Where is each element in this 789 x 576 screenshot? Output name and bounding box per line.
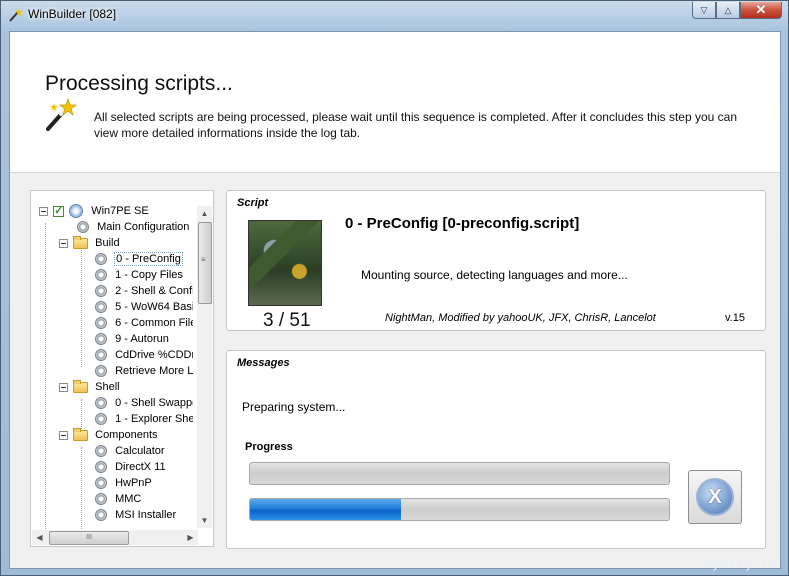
script-counter: 3 / 51 xyxy=(263,310,311,331)
cancel-x-icon: X xyxy=(696,478,734,516)
maximize-button[interactable]: △ xyxy=(716,2,740,19)
header-section: Processing scripts... All selected scrip… xyxy=(10,32,780,173)
tree-node[interactable]: 1 - Copy Files xyxy=(95,267,183,283)
collapse-icon[interactable] xyxy=(39,206,48,216)
close-button[interactable]: ✕ xyxy=(740,2,782,19)
tree-node[interactable]: Retrieve More Lo xyxy=(95,363,193,379)
tree-folder-components[interactable]: Components xyxy=(59,427,158,443)
script-tree-panel: Win7PE SE Main Configuration Build 0 - P… xyxy=(30,190,214,547)
script-gear-icon xyxy=(95,397,107,410)
folder-icon xyxy=(73,427,89,441)
script-gear-icon xyxy=(95,301,107,314)
tree-node[interactable]: 6 - Common Files xyxy=(95,315,193,331)
scroll-down-arrow-icon[interactable]: ▼ xyxy=(197,513,212,528)
collapse-icon[interactable] xyxy=(59,238,68,248)
minimize-button[interactable]: ▽ xyxy=(692,2,716,19)
wand-app-icon xyxy=(9,8,23,22)
scroll-right-arrow-icon[interactable]: ▶ xyxy=(183,530,198,545)
tree-folder-build[interactable]: Build xyxy=(59,235,120,251)
script-title: 0 - PreConfig [0-preconfig.script] xyxy=(345,215,580,232)
progress-label: Progress xyxy=(245,441,293,453)
client-area: Processing scripts... All selected scrip… xyxy=(9,31,781,569)
tree-node[interactable]: CdDrive %CDDriv xyxy=(95,347,193,363)
tree-node[interactable]: MSI Installer xyxy=(95,507,176,523)
tree-guide-line xyxy=(81,239,82,367)
magic-wand-icon xyxy=(46,97,78,131)
collapse-icon[interactable] xyxy=(59,382,68,392)
header-description: All selected scripts are being processed… xyxy=(94,110,738,140)
script-gear-icon xyxy=(95,269,107,282)
script-status: Mounting source, detecting languages and… xyxy=(361,268,628,282)
caption-buttons: ▽ △ ✕ xyxy=(692,2,782,19)
title-bar[interactable]: WinBuilder [082] ▽ △ ✕ xyxy=(1,1,788,29)
tree-node-selected[interactable]: 0 - PreConfig xyxy=(95,251,183,267)
script-version: v.15 xyxy=(725,312,745,324)
main-window: WinBuilder [082] ▽ △ ✕ Processing script… xyxy=(0,0,789,576)
horizontal-scroll-thumb[interactable]: III xyxy=(49,531,129,545)
tree-node[interactable]: 5 - WoW64 Basic xyxy=(95,299,193,315)
tree-node[interactable]: 0 - Shell Swapper xyxy=(95,395,193,411)
overall-progress-fill xyxy=(250,499,401,520)
cancel-button[interactable]: X xyxy=(688,470,742,524)
script-tree[interactable]: Win7PE SE Main Configuration Build 0 - P… xyxy=(33,203,193,529)
tree-node[interactable]: 1 - Explorer Shell xyxy=(95,411,193,427)
script-gear-icon xyxy=(77,221,89,234)
tree-node[interactable]: Calculator xyxy=(95,443,165,459)
messages-panel: Messages Preparing system... Progress X xyxy=(226,350,766,549)
tree-node[interactable]: Main Configuration xyxy=(77,219,189,235)
script-panel: Script 3 / 51 0 - PreConfig [0-preconfig… xyxy=(226,190,766,331)
watermark-text: mycity.rs xyxy=(703,557,778,571)
tree-guide-line xyxy=(81,447,82,529)
script-panel-caption: Script xyxy=(237,197,269,209)
script-gear-icon xyxy=(95,461,107,474)
vertical-scroll-thumb[interactable]: ≡ xyxy=(198,222,212,304)
script-gear-icon xyxy=(95,333,107,346)
script-gear-icon xyxy=(95,509,107,522)
script-gear-icon xyxy=(95,445,107,458)
disc-icon xyxy=(69,204,84,219)
folder-icon xyxy=(73,235,89,249)
messages-panel-caption: Messages xyxy=(237,357,290,369)
tree-node[interactable]: DirectX 11 xyxy=(95,459,166,475)
tree-horizontal-scrollbar[interactable]: ◀ III ▶ xyxy=(32,530,198,545)
tree-node[interactable]: 9 - Autorun xyxy=(95,331,169,347)
checkbox-checked-icon[interactable] xyxy=(53,203,65,219)
collapse-icon[interactable] xyxy=(59,430,68,440)
tree-guide-line xyxy=(45,223,46,529)
script-gear-icon xyxy=(95,317,107,330)
page-title: Processing scripts... xyxy=(45,72,233,95)
script-gear-icon xyxy=(95,285,107,298)
script-thumbnail-image xyxy=(248,220,322,306)
folder-icon xyxy=(73,379,89,393)
grip-icon: ≡ xyxy=(201,255,206,264)
script-gear-icon xyxy=(95,493,107,506)
tree-folder-shell[interactable]: Shell xyxy=(59,379,120,395)
script-gear-icon xyxy=(95,253,107,266)
scroll-left-arrow-icon[interactable]: ◀ xyxy=(32,530,47,545)
tree-node[interactable]: 2 - Shell & Config xyxy=(95,283,193,299)
script-gear-icon xyxy=(95,477,107,490)
script-gear-icon xyxy=(95,349,107,362)
window-title: WinBuilder [082] xyxy=(28,7,117,21)
script-gear-icon xyxy=(95,365,107,378)
tree-vertical-scrollbar[interactable]: ▲ ≡ ▼ xyxy=(197,206,212,528)
status-message: Preparing system... xyxy=(242,400,346,414)
script-author: NightMan, Modified by yahooUK, JFX, Chri… xyxy=(385,312,656,324)
script-progress-bar xyxy=(249,462,670,485)
overall-progress-bar xyxy=(249,498,670,521)
script-gear-icon xyxy=(95,413,107,426)
scroll-up-arrow-icon[interactable]: ▲ xyxy=(197,206,212,221)
tree-node[interactable]: HwPnP xyxy=(95,475,152,491)
tree-root[interactable]: Win7PE SE xyxy=(39,203,149,219)
tree-node[interactable]: MMC xyxy=(95,491,141,507)
